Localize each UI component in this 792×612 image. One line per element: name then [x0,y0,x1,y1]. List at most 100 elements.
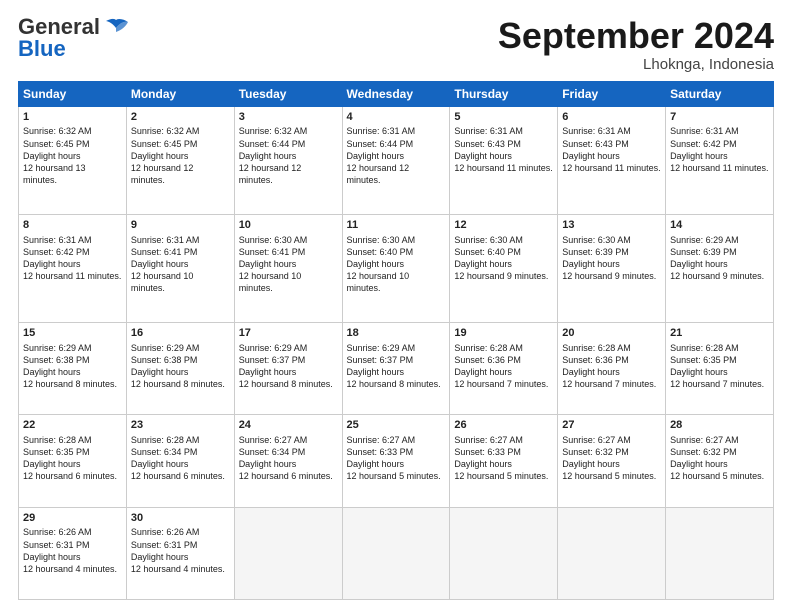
sunrise-label: Sunrise: 6:31 AM [131,235,200,245]
daylight-duration: 12 hoursand 11 minutes. [23,271,121,281]
day-number: 20 [562,326,661,341]
day-number: 1 [23,110,122,125]
location: Lhoknga, Indonesia [498,56,774,73]
sunset-label: Sunset: 6:36 PM [454,355,521,365]
daylight-duration: 12 hoursand 8 minutes. [23,379,117,389]
daylight-duration: 12 hoursand 11 minutes. [454,163,552,173]
sunrise-label: Sunrise: 6:27 AM [347,435,416,445]
daylight-label: Daylight hours [23,367,81,377]
table-row: 30Sunrise: 6:26 AMSunset: 6:31 PMDayligh… [126,507,234,599]
table-row: 8Sunrise: 6:31 AMSunset: 6:42 PMDaylight… [19,214,127,322]
logo-blue: Blue [18,36,66,61]
table-row: 4Sunrise: 6:31 AMSunset: 6:44 PMDaylight… [342,106,450,214]
sunset-label: Sunset: 6:38 PM [131,355,198,365]
day-number: 29 [23,511,122,526]
table-row: 20Sunrise: 6:28 AMSunset: 6:36 PMDayligh… [558,322,666,414]
daylight-duration: 12 hoursand 9 minutes. [562,271,656,281]
daylight-label: Daylight hours [239,151,297,161]
daylight-duration: 12 hoursand 4 minutes. [23,564,117,574]
daylight-label: Daylight hours [131,552,189,562]
table-row [666,507,774,599]
sunset-label: Sunset: 6:43 PM [562,139,629,149]
sunset-label: Sunset: 6:35 PM [670,355,737,365]
day-number: 17 [239,326,338,341]
table-row: 12Sunrise: 6:30 AMSunset: 6:40 PMDayligh… [450,214,558,322]
sunrise-label: Sunrise: 6:27 AM [670,435,739,445]
sunset-label: Sunset: 6:43 PM [454,139,521,149]
day-number: 7 [670,110,769,125]
daylight-label: Daylight hours [131,151,189,161]
sunrise-label: Sunrise: 6:27 AM [562,435,631,445]
daylight-duration: 12 hoursand 6 minutes. [23,471,117,481]
sunrise-label: Sunrise: 6:32 AM [131,126,200,136]
day-number: 16 [131,326,230,341]
table-row: 15 Sunrise: 6:29 AM Sunset: 6:38 PM Dayligh… [19,322,127,414]
table-row: 21Sunrise: 6:28 AMSunset: 6:35 PMDayligh… [666,322,774,414]
sunrise-label: Sunrise: 6:28 AM [131,435,200,445]
logo-bird-icon [102,18,130,40]
sunrise-label: Sunrise: 6:29 AM [670,235,739,245]
sunset-label: Sunset: 6:35 PM [23,447,90,457]
sunrise-label: Sunrise: 6:28 AM [23,435,92,445]
daylight-label: Daylight hours [562,259,620,269]
sunset-label: Sunset: 6:41 PM [239,247,306,257]
day-number: 2 [131,110,230,125]
daylight-duration: 12 hoursand 7 minutes. [454,379,548,389]
table-row: 27Sunrise: 6:27 AMSunset: 6:32 PMDayligh… [558,415,666,507]
daylight-duration: 12 hoursand 12 minutes. [239,163,302,185]
day-number: 10 [239,218,338,233]
day-number: 15 [23,326,122,341]
daylight-duration: 12 hoursand 11 minutes. [562,163,660,173]
daylight-label: Daylight hours [562,151,620,161]
table-row: 18Sunrise: 6:29 AMSunset: 6:37 PMDayligh… [342,322,450,414]
daylight-label: Daylight hours [454,459,512,469]
day-number: 24 [239,418,338,433]
col-sunday: Sunday [19,81,127,106]
daylight-label: Daylight hours [670,459,728,469]
daylight-duration: 12 hoursand 6 minutes. [239,471,333,481]
sunset-label: Sunset: 6:39 PM [670,247,737,257]
calendar-table: Sunday Monday Tuesday Wednesday Thursday… [18,81,774,600]
daylight-duration: 12 hoursand 9 minutes. [454,271,548,281]
sunset-label: Sunset: 6:33 PM [347,447,414,457]
sunrise-label: Sunrise: 6:26 AM [131,527,200,537]
day-number: 22 [23,418,122,433]
sunset-label: Sunset: 6:44 PM [347,139,414,149]
table-row: 1Sunrise: 6:32 AMSunset: 6:45 PMDaylight… [19,106,127,214]
sunrise-label: Sunrise: 6:27 AM [454,435,523,445]
table-row: 25Sunrise: 6:27 AMSunset: 6:33 PMDayligh… [342,415,450,507]
daylight-label: Daylight hours [347,367,405,377]
daylight-label: Daylight hours [23,552,81,562]
sunset-label: Sunset: 6:38 PM [23,355,90,365]
sunset-label: Sunset: 6:45 PM [23,139,90,149]
daylight-duration: 12 hoursand 10 minutes. [239,271,302,293]
daylight-duration: 12 hoursand 8 minutes. [347,379,441,389]
sunrise-label: Sunrise: 6:30 AM [562,235,631,245]
sunset-label: Sunset: 6:40 PM [454,247,521,257]
sunrise-label: Sunrise: 6:31 AM [23,235,92,245]
table-row: 2Sunrise: 6:32 AMSunset: 6:45 PMDaylight… [126,106,234,214]
header: General Blue September 2024 Lhoknga, Ind… [18,16,774,73]
table-row [342,507,450,599]
sunset-label: Sunset: 6:34 PM [239,447,306,457]
day-number: 19 [454,326,553,341]
daylight-label: Daylight hours [562,459,620,469]
sunrise-label: Sunrise: 6:31 AM [562,126,631,136]
table-row: 6Sunrise: 6:31 AMSunset: 6:43 PMDaylight… [558,106,666,214]
daylight-duration: 12 hoursand 12 minutes. [347,163,410,185]
col-wednesday: Wednesday [342,81,450,106]
sunrise-label: Sunrise: 6:29 AM [23,343,92,353]
daylight-duration: 12 hoursand 5 minutes. [670,471,764,481]
daylight-label: Daylight hours [23,151,81,161]
logo-text: General Blue [18,16,100,60]
month-title: September 2024 [498,16,774,56]
daylight-duration: 12 hoursand 4 minutes. [131,564,225,574]
sunset-label: Sunset: 6:42 PM [670,139,737,149]
sunrise-label: Sunrise: 6:31 AM [454,126,523,136]
logo: General Blue [18,16,130,60]
title-block: September 2024 Lhoknga, Indonesia [498,16,774,73]
sunrise-label: Sunrise: 6:26 AM [23,527,92,537]
sunset-label: Sunset: 6:44 PM [239,139,306,149]
table-row: 10Sunrise: 6:30 AMSunset: 6:41 PMDayligh… [234,214,342,322]
table-row: 23Sunrise: 6:28 AMSunset: 6:34 PMDayligh… [126,415,234,507]
